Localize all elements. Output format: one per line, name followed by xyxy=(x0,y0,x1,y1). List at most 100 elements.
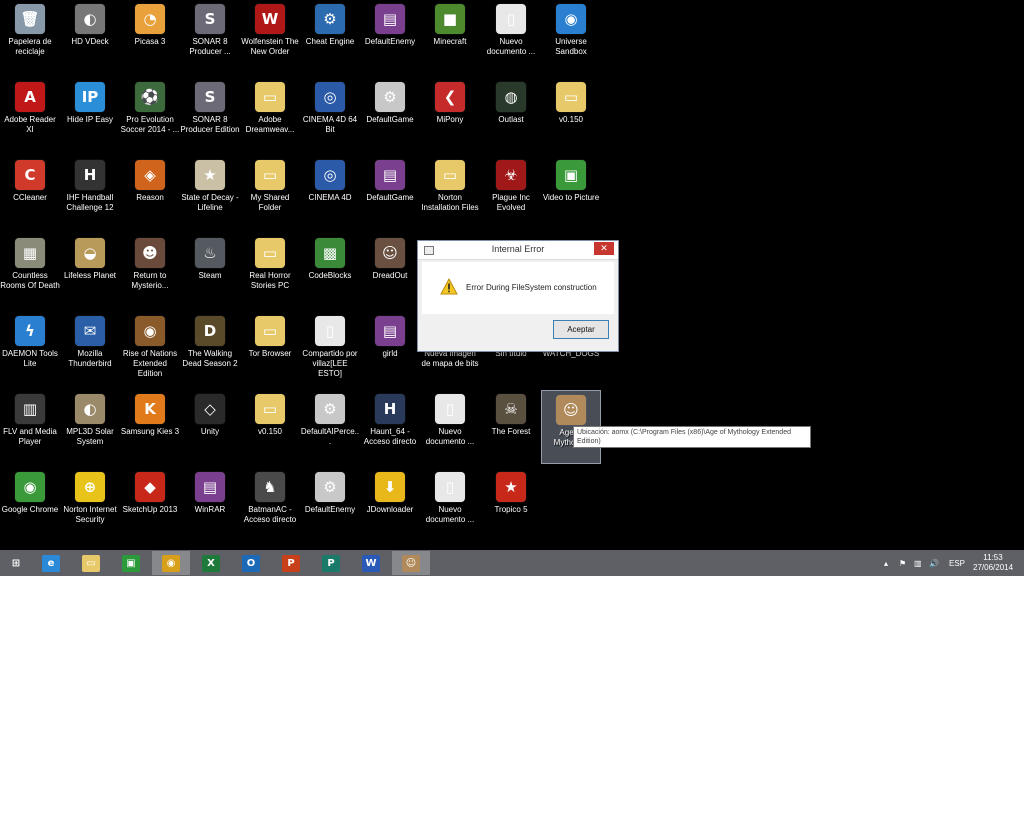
desktop-icon[interactable]: C CCleaner xyxy=(0,156,60,230)
taskbar-chrome[interactable]: ◉ xyxy=(152,551,190,575)
desktop-icon[interactable]: H Haunt_64 - Acceso directo xyxy=(360,390,420,464)
taskbar-publisher[interactable]: P xyxy=(312,551,350,575)
desktop-icon[interactable]: ▭ Tor Browser xyxy=(240,312,300,386)
countless-rooms-icon: ▦ xyxy=(15,238,45,268)
desktop-icon[interactable]: ◐ HD VDeck xyxy=(60,0,120,74)
desktop-icon[interactable]: ❮ MiPony xyxy=(420,78,480,152)
desktop-icon[interactable]: ⚽ Pro Evolution Soccer 2014 - ... xyxy=(120,78,180,152)
dialog-titlebar[interactable]: Internal Error ✕ xyxy=(418,241,618,260)
show-hidden-icons-button[interactable]: ▴ xyxy=(884,550,888,576)
desktop-icon[interactable]: H IHF Handball Challenge 12 xyxy=(60,156,120,230)
taskbar-store[interactable]: ▣ xyxy=(112,551,150,575)
desktop-icon[interactable]: IP Hide IP Easy xyxy=(60,78,120,152)
desktop-icon[interactable]: ◒ Lifeless Planet xyxy=(60,234,120,308)
desktop-icon[interactable]: ◎ CINEMA 4D xyxy=(300,156,360,230)
desktop-icon[interactable]: ⚙ DefaultEnemy xyxy=(300,468,360,542)
sonar-icon: S xyxy=(195,4,225,34)
taskbar-powerpoint[interactable]: P xyxy=(272,551,310,575)
start-button[interactable]: ⊞ xyxy=(0,551,32,575)
desktop-icon-label: DefaultAIPerce... xyxy=(300,427,360,446)
desktop-icon[interactable]: ▩ CodeBlocks xyxy=(300,234,360,308)
desktop-icon-label: MPL3D Solar System xyxy=(66,427,114,446)
desktop-icon-label: FLV and Media Player xyxy=(3,427,57,446)
config-file-icon: ⚙ xyxy=(315,472,345,502)
desktop-icon[interactable]: ☻ Return to Mysterio... xyxy=(120,234,180,308)
desktop-icon[interactable]: ▥ FLV and Media Player xyxy=(0,390,60,464)
steam-icon: ♨ xyxy=(195,238,225,268)
desktop-icon[interactable]: ▯ Compartido por villaz[LEE ESTO] xyxy=(300,312,360,386)
desktop-icon[interactable]: ▭ v0.150 xyxy=(240,390,300,464)
desktop-icon[interactable]: D The Walking Dead Season 2 xyxy=(180,312,240,386)
desktop-icon[interactable]: ▦ Countless Rooms Of Death xyxy=(0,234,60,308)
desktop-icon[interactable]: ⚙ DefaultGame xyxy=(360,78,420,152)
input-language-button[interactable]: ESP xyxy=(949,550,965,576)
desktop-icon-label: girld xyxy=(382,349,398,358)
desktop-icon[interactable]: ☺ DreadOut xyxy=(360,234,420,308)
desktop-icon[interactable]: ◈ Reason xyxy=(120,156,180,230)
desktop-icon-label: Countless Rooms Of Death xyxy=(0,271,60,290)
desktop-icon[interactable]: ☠ The Forest xyxy=(481,390,541,464)
desktop-icon[interactable]: ▤ DefaultGame xyxy=(360,156,420,230)
desktop-icon[interactable]: ★ Tropico 5 xyxy=(481,468,541,542)
desktop-icon[interactable]: ▣ Video to Picture xyxy=(541,156,601,230)
desktop-icon[interactable]: ▭ v0.150 xyxy=(541,78,601,152)
taskbar-age-of-mythology[interactable]: ☺ xyxy=(392,551,430,575)
codeblocks-icon: ▩ xyxy=(315,238,345,268)
desktop-icon[interactable]: ⊕ Norton Internet Security xyxy=(60,468,120,542)
desktop-icon[interactable]: K Samsung Kies 3 xyxy=(120,390,180,464)
desktop-icon[interactable]: ◉ Universe Sandbox xyxy=(541,0,601,74)
desktop-icon[interactable]: ⬇ JDownloader xyxy=(360,468,420,542)
desktop-icon[interactable]: A Adobe Reader XI xyxy=(0,78,60,152)
desktop-icon[interactable]: ♞ BatmanAC - Acceso directo xyxy=(240,468,300,542)
desktop-icon-label: Samsung Kies 3 xyxy=(120,427,180,436)
desktop-icon[interactable]: ✉ Mozilla Thunderbird xyxy=(60,312,120,386)
close-button[interactable]: ✕ xyxy=(594,242,614,255)
desktop-icon[interactable]: ⚙ DefaultAIPerce... xyxy=(300,390,360,464)
desktop-icon[interactable]: S SONAR 8 Producer Edition xyxy=(180,78,240,152)
desktop-icon[interactable]: ◔ Picasa 3 xyxy=(120,0,180,74)
clock[interactable]: 11:53 27/06/2014 xyxy=(973,553,1013,573)
desktop-icon[interactable]: ◉ Google Chrome xyxy=(0,468,60,542)
haunt-icon: H xyxy=(375,394,405,424)
desktop-icon[interactable]: ◍ Outlast xyxy=(481,78,541,152)
desktop-icon[interactable]: ◐ MPL3D Solar System xyxy=(60,390,120,464)
desktop-icon[interactable]: ■ Minecraft xyxy=(420,0,480,74)
taskbar-ie[interactable]: e xyxy=(32,551,70,575)
desktop-icon[interactable]: ⚙ Cheat Engine xyxy=(300,0,360,74)
desktop-icon-label: Hide IP Easy xyxy=(66,115,114,124)
desktop-icon[interactable]: ▯ Nuevo documento ... xyxy=(420,390,480,464)
desktop-icon[interactable]: ▭ Norton Installation Files xyxy=(420,156,480,230)
desktop-icon[interactable]: ◆ SketchUp 2013 xyxy=(120,468,180,542)
desktop-icon[interactable]: S SONAR 8 Producer ... xyxy=(180,0,240,74)
desktop-icon[interactable]: ▤ DefaultEnemy xyxy=(360,0,420,74)
desktop-icon[interactable]: ▭ Real Horror Stories PC xyxy=(240,234,300,308)
desktop-icon[interactable]: ◎ CINEMA 4D 64 Bit xyxy=(300,78,360,152)
action-center-button[interactable]: ⚑ xyxy=(899,550,906,576)
taskbar-explorer[interactable]: ▭ xyxy=(72,551,110,575)
desktop-icon[interactable]: ▯ Nuevo documento ... xyxy=(420,468,480,542)
taskbar-outlook[interactable]: O xyxy=(232,551,270,575)
network-button[interactable]: ▥ xyxy=(914,550,922,576)
desktop-icon-label: DefaultEnemy xyxy=(364,37,416,46)
desktop-icon[interactable]: ▯ Nuevo documento ... xyxy=(481,0,541,74)
desktop-icon[interactable]: ▤ girld xyxy=(360,312,420,386)
error-message: Error During FileSystem construction xyxy=(466,283,597,292)
desktop-icon[interactable]: ▭ Adobe Dreamweav... xyxy=(240,78,300,152)
desktop-icon[interactable]: W Wolfenstein The New Order xyxy=(240,0,300,74)
desktop-icon[interactable]: 🗑 Papelera de reciclaje xyxy=(0,0,60,74)
taskbar-excel[interactable]: X xyxy=(192,551,230,575)
desktop-icon[interactable]: ▭ My Shared Folder xyxy=(240,156,300,230)
desktop-icon[interactable]: ◇ Unity xyxy=(180,390,240,464)
desktop-icon[interactable]: ϟ DAEMON Tools Lite xyxy=(0,312,60,386)
desktop-icon-label: CINEMA 4D 64 Bit xyxy=(302,115,358,134)
volume-button[interactable]: 🔊 xyxy=(929,550,939,576)
desktop-icon[interactable]: ◉ Rise of Nations Extended Edition xyxy=(120,312,180,386)
accept-button[interactable]: Aceptar xyxy=(553,320,609,339)
desktop-icon[interactable]: ♨ Steam xyxy=(180,234,240,308)
folder-icon: ▭ xyxy=(435,160,465,190)
desktop-icon[interactable]: ▤ WinRAR xyxy=(180,468,240,542)
minecraft-icon: ■ xyxy=(435,4,465,34)
desktop-icon[interactable]: ★ State of Decay - Lifeline xyxy=(180,156,240,230)
taskbar-word[interactable]: W xyxy=(352,551,390,575)
desktop-icon[interactable]: ☣ Plague Inc Evolved xyxy=(481,156,541,230)
